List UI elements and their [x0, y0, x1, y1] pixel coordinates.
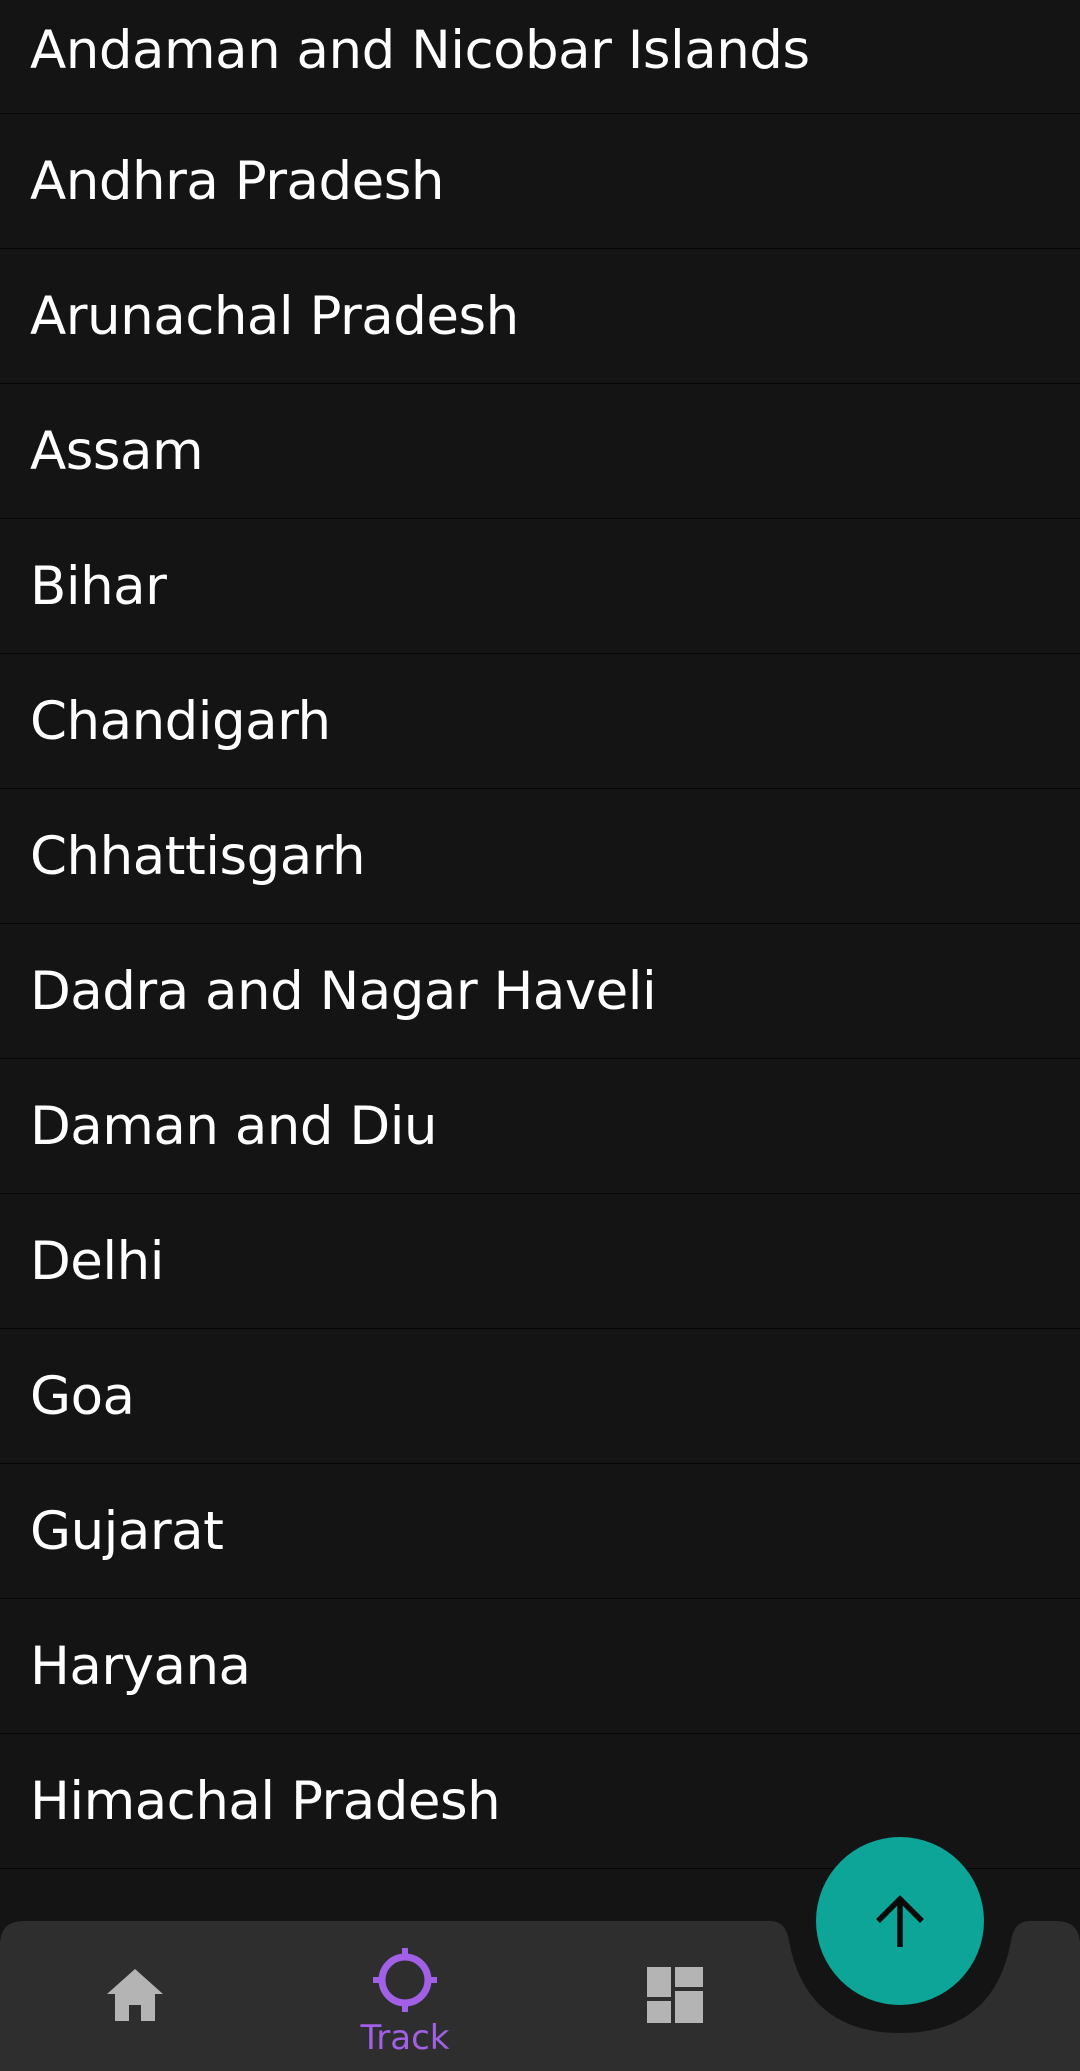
list-item[interactable]: Assam [0, 384, 1080, 519]
home-icon [107, 1969, 163, 2021]
state-name: Chandigarh [30, 690, 331, 752]
crosshair-icon [373, 1948, 437, 2012]
scroll-to-top-button[interactable] [816, 1837, 984, 2005]
arrow-up-icon [876, 1895, 924, 1947]
list-item[interactable]: Chhattisgarh [0, 789, 1080, 924]
list-item[interactable]: Dadra and Nagar Haveli [0, 924, 1080, 1059]
list-item[interactable]: Chandigarh [0, 654, 1080, 789]
state-name: Assam [30, 420, 204, 482]
state-name: Himachal Pradesh [30, 1770, 501, 1832]
list-item[interactable]: Haryana [0, 1599, 1080, 1734]
list-item[interactable]: Bihar [0, 519, 1080, 654]
list-item[interactable]: Andaman and Nicobar Islands [0, 0, 1080, 114]
state-list: Andaman and Nicobar Islands Andhra Prades… [0, 0, 1080, 1869]
list-item[interactable]: Gujarat [0, 1464, 1080, 1599]
list-item[interactable]: Arunachal Pradesh [0, 249, 1080, 384]
state-name: Gujarat [30, 1500, 224, 1562]
nav-item-dashboard[interactable] [540, 1921, 810, 2071]
list-item[interactable]: Daman and Diu [0, 1059, 1080, 1194]
state-name: Goa [30, 1365, 135, 1427]
list-item[interactable]: Goa [0, 1329, 1080, 1464]
state-name: Delhi [30, 1230, 164, 1292]
state-name: Daman and Diu [30, 1095, 438, 1157]
nav-item-track[interactable]: Track [270, 1921, 540, 2071]
state-name: Haryana [30, 1635, 251, 1697]
state-name: Arunachal Pradesh [30, 285, 519, 347]
state-name: Dadra and Nagar Haveli [30, 960, 657, 1022]
state-name: Andhra Pradesh [30, 150, 444, 212]
list-item[interactable]: Delhi [0, 1194, 1080, 1329]
state-name: Chhattisgarh [30, 825, 366, 887]
dashboard-icon [647, 1967, 703, 2023]
state-name: Andaman and Nicobar Islands [30, 20, 810, 81]
nav-label-track: Track [360, 2018, 450, 2058]
state-name: Bihar [30, 555, 167, 617]
list-item[interactable]: Andhra Pradesh [0, 114, 1080, 249]
nav-item-home[interactable] [0, 1921, 270, 2071]
